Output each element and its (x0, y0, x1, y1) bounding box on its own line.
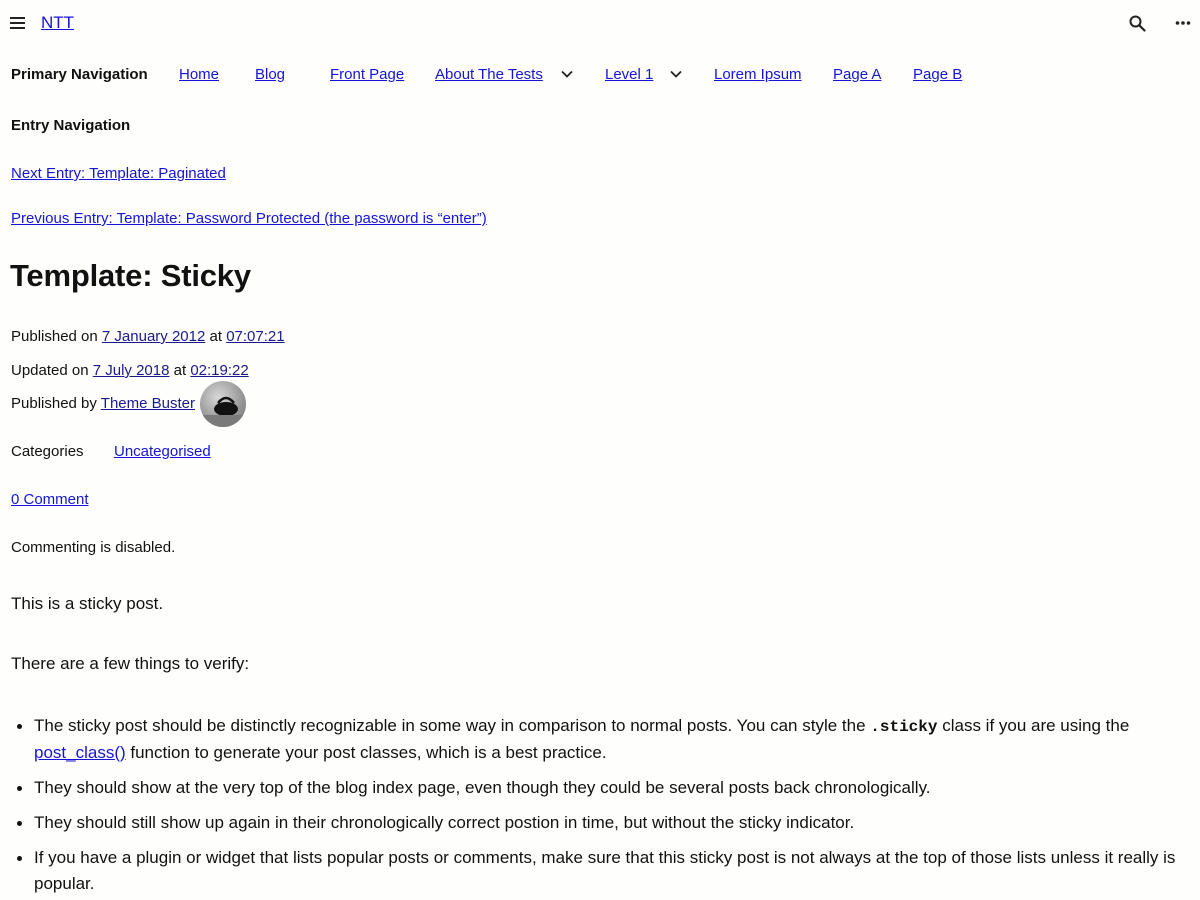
comment-status: Commenting is disabled. (11, 539, 176, 556)
sticky-class-code: .sticky (870, 718, 938, 736)
nav-item-front-page[interactable]: Front Page (330, 66, 404, 83)
nav-item-lorem-ipsum[interactable]: Lorem Ipsum (714, 66, 802, 83)
list-item-text: function to generate your post classes, … (125, 743, 607, 762)
nav-item-home[interactable]: Home (179, 66, 219, 83)
primary-navigation-heading: Primary Navigation (11, 66, 148, 83)
site-title-link[interactable]: NTT (41, 13, 74, 33)
updated-meta: Updated on 7 July 2018 at 02:19:22 (11, 362, 249, 379)
nav-item-page-a[interactable]: Page A (833, 66, 881, 83)
more-icon[interactable] (1175, 20, 1191, 26)
updated-prefix: Updated on (11, 362, 93, 379)
list-item: They should show at the very top of the … (11, 775, 1191, 801)
comments-link[interactable]: 0 Comment (11, 491, 89, 508)
author-link[interactable]: Theme Buster (101, 395, 195, 412)
nav-item-blog[interactable]: Blog (255, 66, 285, 83)
list-item: If you have a plugin or widget that list… (11, 845, 1191, 897)
post-bullet-list: The sticky post should be distinctly rec… (11, 713, 1191, 900)
published-time-link[interactable]: 07:07:21 (226, 328, 284, 345)
previous-entry-link[interactable]: Previous Entry: Template: Password Prote… (11, 210, 487, 227)
chevron-down-icon[interactable] (670, 70, 682, 78)
published-meta: Published on 7 January 2012 at 07:07:21 (11, 328, 285, 345)
avatar-image (200, 396, 246, 427)
list-item-text: class if you are using the (937, 716, 1130, 735)
nav-item-level-1[interactable]: Level 1 (605, 66, 653, 83)
primary-navigation: Primary Navigation Home Blog Front Page … (11, 64, 1191, 86)
nav-item-about-the-tests[interactable]: About The Tests (435, 66, 543, 83)
post-paragraph: This is a sticky post. (11, 594, 164, 613)
updated-at: at (169, 362, 191, 379)
published-date-link[interactable]: 7 January 2012 (102, 328, 205, 345)
list-item: The sticky post should be distinctly rec… (11, 713, 1191, 766)
updated-date-link[interactable]: 7 July 2018 (93, 362, 170, 379)
published-at: at (205, 328, 227, 345)
avatar (200, 381, 246, 427)
categories-label: Categories (11, 443, 84, 460)
menu-icon[interactable] (10, 16, 26, 30)
post-class-link[interactable]: post_class() (34, 743, 126, 762)
post-title: Template: Sticky (10, 258, 251, 293)
entry-navigation-heading: Entry Navigation (11, 117, 131, 134)
nav-item-page-b[interactable]: Page B (913, 66, 962, 83)
category-link[interactable]: Uncategorised (114, 443, 211, 460)
list-item: They should still show up again in their… (11, 810, 1191, 836)
chevron-down-icon[interactable] (561, 70, 573, 78)
list-item-text: The sticky post should be distinctly rec… (34, 716, 871, 735)
next-entry-link[interactable]: Next Entry: Template: Paginated (11, 165, 226, 182)
published-prefix: Published on (11, 328, 102, 345)
author-meta: Published by Theme Buster (11, 395, 195, 412)
search-icon[interactable] (1129, 15, 1146, 32)
site-header: NTT (0, 0, 1200, 48)
post-paragraph: There are a few things to verify: (11, 654, 250, 673)
author-prefix: Published by (11, 395, 101, 412)
updated-time-link[interactable]: 02:19:22 (190, 362, 248, 379)
